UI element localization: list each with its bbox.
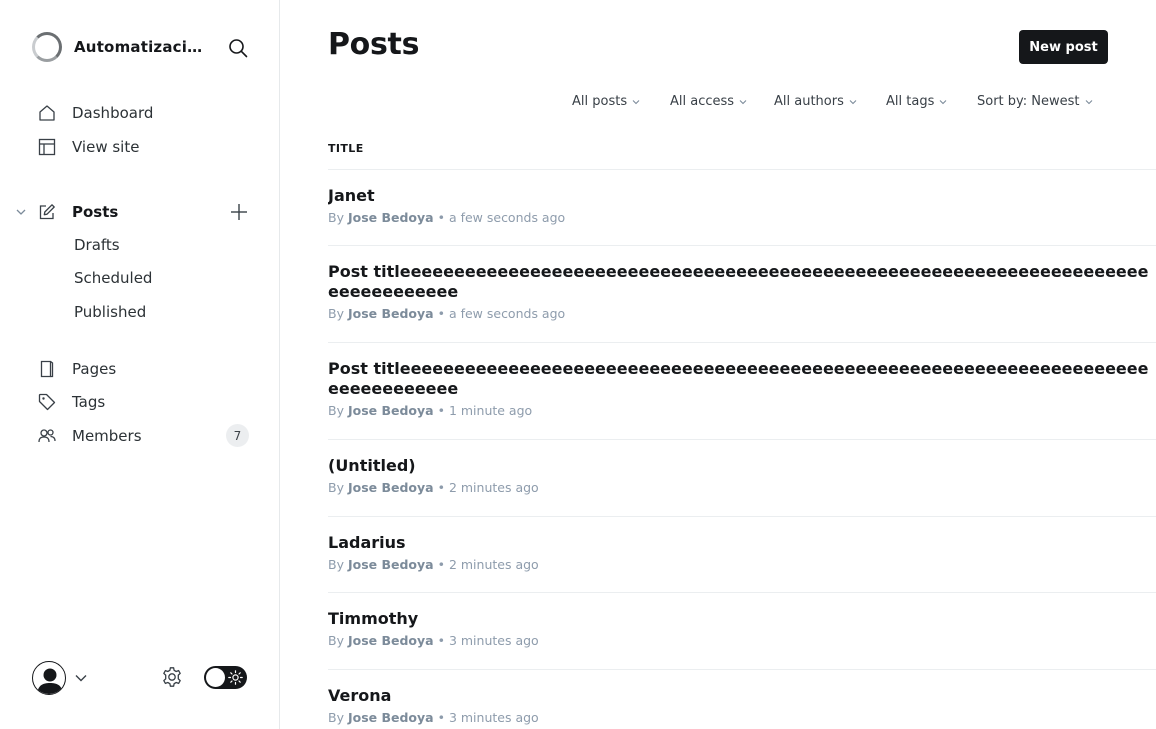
table-row[interactable]: Verona By Jose Bedoya • 3 minutes ago: [328, 686, 1156, 729]
post-title: (Untitled): [328, 456, 416, 475]
post-author: Jose Bedoya: [347, 710, 434, 725]
post-by: By: [328, 633, 344, 648]
page-icon: [40, 360, 54, 378]
filter-type-label: All posts: [572, 94, 628, 109]
layout-icon: [38, 138, 56, 156]
post-title: Post titleeeeeeeeeeeeeeeeeeeeeeeeeeeeeee…: [328, 262, 1149, 301]
filter-authors-label: All authors: [774, 94, 844, 109]
nav-dashboard-label: Dashboard: [72, 104, 154, 122]
post-time: • 3 minutes ago: [437, 633, 539, 648]
post-by: By: [328, 480, 344, 495]
post-title: Janet: [328, 186, 375, 205]
page-title: Posts: [328, 27, 420, 62]
chevron-down-icon[interactable]: [15, 206, 27, 218]
search-icon[interactable]: [228, 38, 248, 58]
table-row[interactable]: Post titleeeeeeeeeeeeeeeeeeeeeeeeeeeeeee…: [328, 359, 1156, 440]
post-title: Verona: [328, 686, 392, 705]
nav-pages[interactable]: Pages: [38, 358, 116, 380]
post-title: Ladarius: [328, 533, 406, 552]
nav-published[interactable]: Published: [74, 303, 146, 323]
nav-tags[interactable]: Tags: [38, 391, 105, 413]
tag-icon: [38, 393, 56, 411]
filter-tags[interactable]: All tags: [886, 94, 947, 109]
post-time: • 1 minute ago: [437, 403, 533, 418]
post-time: • a few seconds ago: [437, 306, 566, 321]
filter-sort[interactable]: Sort by: Newest: [977, 94, 1093, 109]
new-post-button[interactable]: New post: [1019, 30, 1108, 64]
post-author: Jose Bedoya: [347, 480, 434, 495]
plus-icon[interactable]: [229, 202, 249, 222]
post-by: By: [328, 557, 344, 572]
nav-posts-label: Posts: [72, 203, 119, 221]
site-name: Automatizacion...: [74, 38, 210, 56]
table-row[interactable]: Post titleeeeeeeeeeeeeeeeeeeeeeeeeeeeeee…: [328, 262, 1156, 343]
divider: [328, 169, 1156, 170]
filter-sort-label: Sort by: Newest: [977, 94, 1080, 109]
theme-toggle[interactable]: [204, 666, 247, 689]
nav-drafts[interactable]: Drafts: [74, 236, 120, 256]
avatar[interactable]: [32, 661, 66, 695]
post-author: Jose Bedoya: [347, 557, 434, 572]
nav-members-label: Members: [72, 427, 142, 445]
nav-dashboard[interactable]: Dashboard: [38, 102, 153, 124]
post-time: • 2 minutes ago: [437, 480, 539, 495]
toggle-knob: [206, 668, 225, 687]
post-time: • a few seconds ago: [437, 210, 566, 225]
sidebar: Automatizacion... Dashboard View site Po…: [0, 0, 280, 729]
post-by: By: [328, 710, 344, 725]
post-author: Jose Bedoya: [347, 306, 434, 321]
post-meta: By Jose Bedoya • a few seconds ago: [328, 306, 1156, 321]
members-icon: [38, 429, 56, 443]
home-icon: [39, 105, 55, 121]
post-meta: By Jose Bedoya • 2 minutes ago: [328, 557, 1156, 572]
post-author: Jose Bedoya: [347, 633, 434, 648]
chevron-down-icon[interactable]: [74, 671, 88, 685]
filter-access[interactable]: All access: [670, 94, 747, 109]
post-by: By: [328, 210, 344, 225]
post-by: By: [328, 403, 344, 418]
table-row[interactable]: Janet By Jose Bedoya • a few seconds ago: [328, 186, 1156, 246]
post-meta: By Jose Bedoya • 1 minute ago: [328, 403, 1156, 418]
filter-authors[interactable]: All authors: [774, 94, 857, 109]
table-row[interactable]: Ladarius By Jose Bedoya • 2 minutes ago: [328, 533, 1156, 593]
post-meta: By Jose Bedoya • 2 minutes ago: [328, 480, 1156, 495]
filter-type[interactable]: All posts: [572, 94, 640, 109]
table-row[interactable]: Timmothy By Jose Bedoya • 3 minutes ago: [328, 609, 1156, 670]
filter-access-label: All access: [670, 94, 735, 109]
gear-icon[interactable]: [161, 666, 183, 688]
chevron-down-icon: [849, 99, 857, 104]
filter-tags-label: All tags: [886, 94, 935, 109]
nav-pages-label: Pages: [72, 360, 117, 378]
nav-view-site[interactable]: View site: [38, 136, 139, 158]
sun-icon: [228, 670, 243, 685]
post-meta: By Jose Bedoya • 3 minutes ago: [328, 633, 1156, 648]
chevron-down-icon: [632, 99, 640, 104]
post-time: • 2 minutes ago: [437, 557, 539, 572]
post-title: Timmothy: [328, 609, 419, 628]
nav-posts[interactable]: Posts: [38, 201, 118, 223]
post-meta: By Jose Bedoya • a few seconds ago: [328, 210, 1156, 225]
site-brand[interactable]: Automatizacion...: [32, 32, 210, 62]
edit-icon: [39, 204, 55, 220]
post-by: By: [328, 306, 344, 321]
nav-view-site-label: View site: [72, 138, 140, 156]
chevron-down-icon: [939, 99, 947, 104]
nav-scheduled[interactable]: Scheduled: [74, 269, 152, 289]
members-count-badge: 7: [226, 424, 249, 447]
chevron-down-icon: [739, 99, 747, 104]
nav-members[interactable]: Members: [38, 425, 142, 447]
nav-tags-label: Tags: [72, 393, 106, 411]
post-author: Jose Bedoya: [347, 403, 434, 418]
post-meta: By Jose Bedoya • 3 minutes ago: [328, 710, 1156, 725]
user-icon: [37, 668, 63, 694]
chevron-down-icon: [1085, 99, 1092, 104]
site-logo: [32, 32, 62, 62]
post-author: Jose Bedoya: [347, 210, 434, 225]
column-header-title[interactable]: TITLE: [328, 142, 364, 155]
post-title: Post titleeeeeeeeeeeeeeeeeeeeeeeeeeeeeee…: [328, 359, 1149, 398]
post-time: • 3 minutes ago: [437, 710, 539, 725]
table-row[interactable]: (Untitled) By Jose Bedoya • 2 minutes ag…: [328, 456, 1156, 517]
